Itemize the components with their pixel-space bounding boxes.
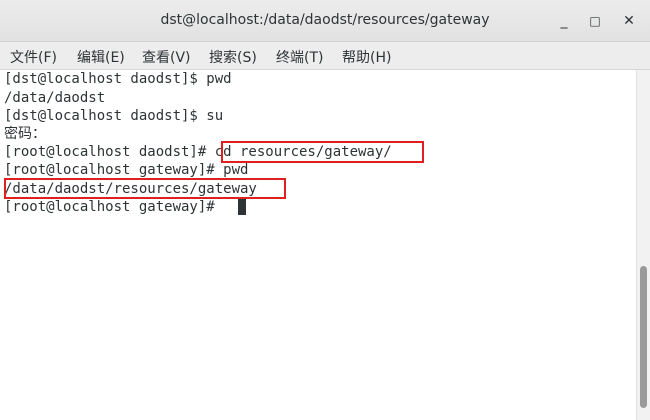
scrollbar-thumb[interactable] <box>640 266 647 408</box>
terminal-line: [root@localhost daodst]# cd resources/ga… <box>4 144 392 160</box>
terminal-line: /data/daodst <box>4 90 106 106</box>
terminal-output[interactable]: [dst@localhost daodst]$ pwd /data/daodst… <box>0 70 636 420</box>
terminal-line: [dst@localhost daodst]$ su <box>4 108 224 124</box>
terminal-line: /data/daodst/resources/gateway <box>4 181 257 197</box>
terminal-window: dst@localhost:/data/daodst/resources/gat… <box>0 0 650 420</box>
terminal-line: [dst@localhost daodst]$ pwd <box>4 71 232 87</box>
menu-file[interactable]: 文件(F) <box>10 47 57 67</box>
terminal-cursor <box>238 199 246 215</box>
menu-search[interactable]: 搜索(S) <box>209 47 257 67</box>
minimize-icon[interactable]: _ <box>553 10 575 32</box>
terminal-line: [root@localhost gateway]# pwd <box>4 162 249 178</box>
menu-help[interactable]: 帮助(H) <box>342 47 391 67</box>
close-icon[interactable]: ✕ <box>618 10 640 32</box>
menu-edit[interactable]: 编辑(E) <box>77 47 125 67</box>
menu-view[interactable]: 查看(V) <box>142 47 191 67</box>
vertical-scrollbar[interactable] <box>636 70 650 420</box>
terminal-line: [root@localhost gateway]# <box>4 199 224 215</box>
terminal-line: 密码： <box>4 126 46 142</box>
title-bar[interactable]: dst@localhost:/data/daodst/resources/gat… <box>0 0 650 42</box>
menu-terminal[interactable]: 终端(T) <box>276 47 323 67</box>
menu-bar: 文件(F) 编辑(E) 查看(V) 搜索(S) 终端(T) 帮助(H) <box>0 42 650 70</box>
maximize-icon[interactable]: □ <box>584 10 606 32</box>
